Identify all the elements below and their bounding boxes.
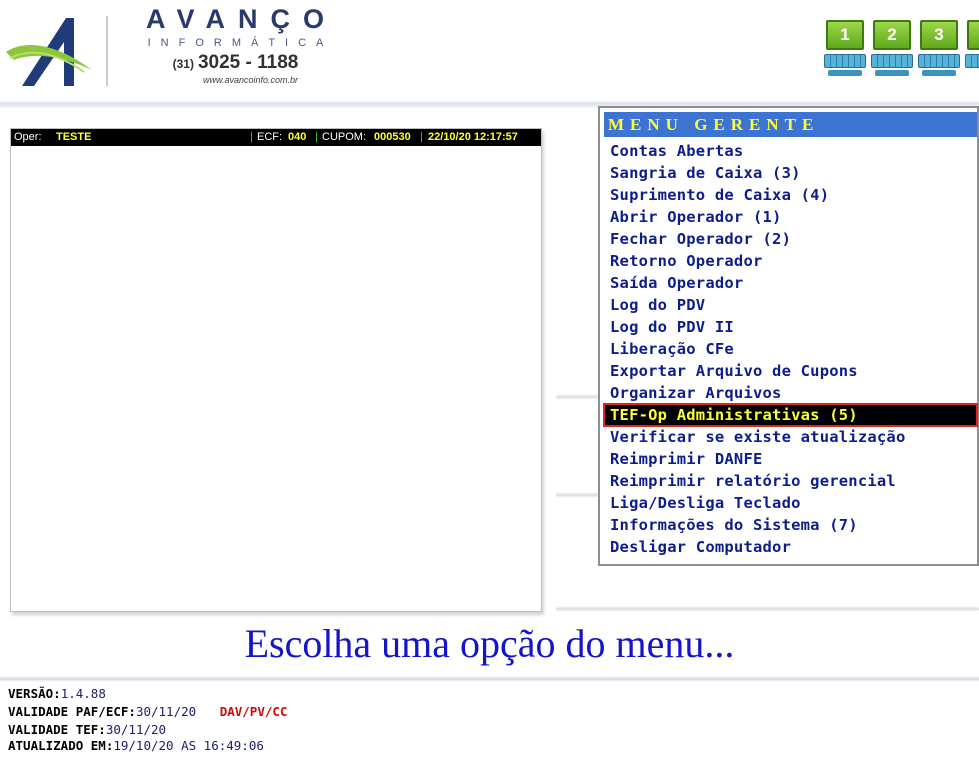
phone-number: 3025 - 1188 [197, 52, 299, 73]
phone-ddd: (31) [172, 57, 194, 71]
separator: | [315, 131, 318, 143]
cupom-value: 000530 [374, 131, 411, 143]
menu-item[interactable]: Log do PDV [604, 294, 977, 316]
menu-item[interactable]: Liberação CFe [604, 338, 977, 360]
menu-item[interactable]: Suprimento de Caixa (4) [604, 184, 977, 206]
menu-item[interactable]: Sangria de Caixa (3) [604, 162, 977, 184]
datetime-value: 22/10/20 12:17:57 [428, 131, 518, 143]
paf-label: VALIDADE PAF/ECF: [8, 704, 136, 719]
workstation-1-screen: 1 [826, 20, 864, 50]
menu-item[interactable]: Retorno Operador [604, 250, 977, 272]
updated-label: ATUALIZADO EM: [8, 738, 114, 753]
menu-item[interactable]: TEF-Op Administrativas (5) [603, 403, 978, 427]
workstation-base [922, 70, 956, 76]
workstation-3-screen: 3 [920, 20, 958, 50]
footer-divider [0, 676, 979, 682]
oper-value: TESTE [56, 131, 92, 143]
ecf-label: ECF: [257, 131, 283, 143]
workstation-base [828, 70, 862, 76]
paf-flags: DAV/PV/CC [219, 704, 288, 719]
version-row: VERSÃO:1.4.88 [8, 686, 106, 701]
oper-label: Oper: [14, 131, 42, 143]
manager-menu: MENU GERENTE Contas Abertas Sangria de Ca… [598, 106, 979, 566]
menu-item[interactable]: Desligar Computador [604, 536, 977, 558]
decor-streak [556, 606, 979, 612]
brand-website: www.avancoinfo.com.br [202, 75, 299, 85]
updated-value: 19/10/20 AS 16:49:06 [113, 738, 264, 753]
menu-item[interactable]: Reimprimir relatório gerencial [604, 470, 977, 492]
workstation-2-icon: 2 [871, 18, 913, 78]
menu-item[interactable]: Reimprimir DANFE [604, 448, 977, 470]
cupom-label: CUPOM: [322, 131, 366, 143]
menu-item[interactable]: Abrir Operador (1) [604, 206, 977, 228]
workstation-1-icon: 1 [824, 18, 866, 78]
tef-label: VALIDADE TEF: [8, 722, 106, 737]
paf-validity-row: VALIDADE PAF/ECF:30/11/20 DAV/PV/CC [8, 704, 287, 719]
keyboard-icon [965, 54, 979, 68]
header: AVANÇO INFORMÁTICA (31) 3025 - 1188 www.a… [0, 0, 979, 104]
updated-row: ATUALIZADO EM:19/10/20 AS 16:49:06 [8, 738, 264, 753]
menu-list: Contas Abertas Sangria de Caixa (3) Suprim… [603, 140, 978, 558]
keyboard-icon [918, 54, 960, 68]
logo-divider [106, 16, 108, 86]
menu-item[interactable]: Exportar Arquivo de Cupons [604, 360, 977, 382]
avanco-logo-icon [6, 18, 92, 86]
menu-item[interactable]: Contas Abertas [604, 140, 977, 162]
menu-title: MENU GERENTE [604, 112, 977, 138]
brand-phone: (31) 3025 - 1188 [128, 52, 343, 74]
keyboard-icon [824, 54, 866, 68]
version-value: 1.4.88 [60, 686, 106, 701]
decor-streak [556, 394, 602, 400]
operator-status-bar: Oper: TESTE | ECF: 040 | CUPOM: 000530 |… [11, 129, 541, 146]
brand-name: AVANÇO [146, 4, 337, 34]
tef-value: 30/11/20 [105, 722, 167, 737]
workstation-partial-screen [967, 20, 979, 50]
menu-item[interactable]: Saída Operador [604, 272, 977, 294]
separator: | [420, 131, 423, 143]
brand-subtitle: INFORMÁTICA [147, 37, 334, 49]
footer-info: VERSÃO:1.4.88 VALIDADE PAF/ECF:30/11/20 … [0, 676, 979, 759]
menu-item[interactable]: Liga/Desliga Teclado [604, 492, 977, 514]
keyboard-icon [871, 54, 913, 68]
workstations-graphic: 1 2 3 [824, 18, 979, 80]
brand-block: AVANÇO INFORMÁTICA (31) 3025 - 1188 www.a… [128, 4, 343, 85]
menu-item[interactable]: Organizar Arquivos [604, 382, 977, 404]
menu-item[interactable]: Verificar se existe atualização [604, 426, 977, 448]
workstation-3-icon: 3 [918, 18, 960, 78]
workstation-2-screen: 2 [873, 20, 911, 50]
paf-value: 30/11/20 [135, 704, 197, 719]
decor-streak [556, 492, 602, 498]
workstation-base [875, 70, 909, 76]
version-label: VERSÃO: [8, 686, 61, 701]
workstation-partial-icon [965, 18, 979, 78]
sale-display-panel: Oper: TESTE | ECF: 040 | CUPOM: 000530 |… [10, 128, 542, 612]
ecf-value: 040 [288, 131, 307, 143]
menu-item[interactable]: Fechar Operador (2) [604, 228, 977, 250]
tef-validity-row: VALIDADE TEF:30/11/20 [8, 722, 166, 737]
separator: | [250, 131, 253, 143]
menu-item[interactable]: Log do PDV II [604, 316, 977, 338]
menu-item[interactable]: Informações do Sistema (7) [604, 514, 977, 536]
menu-prompt: Escolha uma opção do menu... [244, 621, 735, 666]
